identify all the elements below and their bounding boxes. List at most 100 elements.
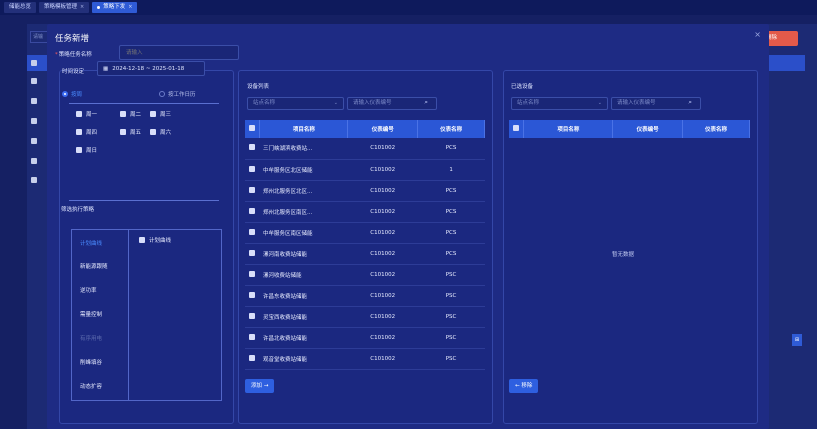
table-row[interactable]: 观音堂收费站储能 C101002 PSC <box>245 348 485 370</box>
checkbox-icon <box>249 165 256 172</box>
background-checkbox[interactable] <box>31 98 37 104</box>
checkbox-icon <box>150 111 156 117</box>
table-row[interactable]: 漯河收费站储能 C101002 PSC <box>245 264 485 286</box>
cell-meter-code: C101002 <box>347 159 418 181</box>
radio-by-week[interactable]: 按周 <box>62 90 82 98</box>
background-checkbox[interactable] <box>31 78 37 84</box>
close-icon[interactable]: × <box>80 2 84 13</box>
cell-project-name: 中牟服务区北区储能 <box>259 159 348 181</box>
table-row[interactable]: 中牟服务区北区储能 C101002 1 <box>245 159 485 181</box>
weekday-checkbox-thu[interactable]: 周四 <box>76 128 97 136</box>
row-checkbox[interactable] <box>245 222 260 244</box>
table-row[interactable]: 许昌北收费站储能 C101002 PSC <box>245 327 485 349</box>
weekday-label: 周一 <box>86 112 98 118</box>
weekday-label: 周五 <box>130 130 142 136</box>
cell-project-name: 中牟服务区南区储能 <box>259 222 348 244</box>
radio-icon <box>159 91 165 97</box>
meter-search-placeholder: 请输入仪表编号 <box>353 100 392 106</box>
strategy-item[interactable]: 动态扩容 <box>80 382 102 390</box>
table-row[interactable]: 漯河南收费站储能 C101002 PCS <box>245 243 485 265</box>
background-search-input[interactable]: 请输 <box>30 31 48 43</box>
checkbox-icon <box>249 228 256 235</box>
row-checkbox[interactable] <box>245 264 260 286</box>
task-name-label-text: 策略任务名称 <box>58 52 92 58</box>
date-range-picker[interactable]: ▦ 2024-12-18 ~ 2025-01-18 <box>97 61 205 76</box>
side-toggle-icon[interactable]: ⊞ <box>792 334 802 346</box>
select-all-checkbox[interactable] <box>509 120 525 138</box>
column-header: 项目名称 <box>259 120 349 138</box>
row-checkbox[interactable] <box>245 138 260 160</box>
background-checkbox[interactable] <box>31 158 37 164</box>
weekday-checkbox-sat[interactable]: 周六 <box>150 128 171 136</box>
weekday-checkbox-tue[interactable]: 周二 <box>120 110 141 118</box>
checkbox-icon <box>139 237 145 243</box>
add-button[interactable]: 添加 → <box>245 379 275 393</box>
background-checkbox[interactable] <box>31 177 37 183</box>
cell-meter-code: C101002 <box>347 306 418 328</box>
select-all-checkbox[interactable] <box>245 120 261 138</box>
weekday-checkbox-fri[interactable]: 周五 <box>120 128 141 136</box>
strategy-item[interactable]: 需量控制 <box>80 310 102 318</box>
radio-by-calendar-label: 按工作日历 <box>168 92 196 98</box>
row-checkbox[interactable] <box>245 285 260 307</box>
tab-label: 策略模板管理 <box>44 4 78 10</box>
row-checkbox[interactable] <box>245 327 260 349</box>
table-row[interactable]: 中牟服务区南区储能 C101002 PCS <box>245 222 485 244</box>
close-icon[interactable]: × <box>128 2 132 13</box>
cell-meter-name: PSC <box>417 327 485 349</box>
table-row[interactable]: 许昌东收费站储能 C101002 PSC <box>245 285 485 307</box>
station-select-placeholder: 站点名称 <box>253 100 276 106</box>
row-checkbox[interactable] <box>245 159 260 181</box>
cell-project-name: 灵宝西收费站储能 <box>259 306 348 328</box>
tab-strategy-dispatch[interactable]: 策略下发 × <box>92 2 138 13</box>
strategy-item[interactable]: 计划曲线 <box>80 239 102 247</box>
background-checkbox[interactable] <box>31 138 37 144</box>
close-icon[interactable]: × <box>754 30 761 39</box>
tab-label: 储能总览 <box>9 4 32 10</box>
strategy-section-title: 筛选执行策略 <box>61 207 95 213</box>
station-select[interactable]: 站点名称 ⌄ <box>247 97 344 110</box>
strategy-item[interactable]: 削峰填谷 <box>80 358 102 366</box>
tab-template-manage[interactable]: 策略模板管理 × <box>39 2 90 13</box>
table-row[interactable]: 郑州北服务区南区... C101002 PCS <box>245 201 485 223</box>
search-icon[interactable]: ⌕ <box>688 97 692 108</box>
selected-meter-search-input[interactable]: 请输入仪表编号 ⌕ <box>611 97 701 110</box>
divider <box>69 200 219 201</box>
strategy-item[interactable]: 逆功率 <box>80 286 97 294</box>
checkbox-icon <box>76 129 82 135</box>
checkbox-icon <box>249 291 256 298</box>
strategy-option-checkbox[interactable]: 计划曲线 <box>139 236 171 244</box>
cell-meter-code: C101002 <box>347 243 418 265</box>
table-row[interactable]: 郑州北服务区北区... C101002 PCS <box>245 180 485 202</box>
search-icon[interactable]: ⌕ <box>424 97 428 108</box>
table-row[interactable]: 三门峡湖滨收费站... C101002 PCS <box>245 138 485 160</box>
cell-meter-name: PCS <box>417 201 485 223</box>
checkbox-icon <box>249 333 256 340</box>
column-header: 仪表名称 <box>682 120 750 138</box>
cell-meter-name: PCS <box>417 243 485 265</box>
checkbox-icon <box>513 125 520 131</box>
weekday-checkbox-wed[interactable]: 周三 <box>150 110 171 118</box>
cell-meter-name: PCS <box>417 180 485 202</box>
table-header-row: 项目名称 仪表编号 仪表名称 <box>509 120 750 138</box>
row-checkbox[interactable] <box>245 306 260 328</box>
row-checkbox[interactable] <box>245 243 260 265</box>
task-add-modal: 任务新增 × *策略任务名称 时间设定 ▦ 2024-12-18 ~ 2025-… <box>47 24 769 429</box>
row-checkbox[interactable] <box>245 180 260 202</box>
selected-station-select[interactable]: 站点名称 ⌄ <box>511 97 608 110</box>
tab-overview[interactable]: 储能总览 <box>4 2 37 13</box>
radio-by-calendar[interactable]: 按工作日历 <box>159 90 196 98</box>
remove-button[interactable]: ← 移除 <box>509 379 539 393</box>
weekday-checkbox-sun[interactable]: 周日 <box>76 146 97 154</box>
background-checkbox[interactable] <box>31 118 37 124</box>
checkbox-icon <box>249 249 256 256</box>
task-name-input[interactable] <box>119 45 239 60</box>
strategy-item[interactable]: 新能源跟随 <box>80 262 108 270</box>
row-checkbox[interactable] <box>245 348 260 370</box>
cell-meter-name: PSC <box>417 264 485 286</box>
table-row[interactable]: 灵宝西收费站储能 C101002 PSC <box>245 306 485 328</box>
weekday-checkbox-mon[interactable]: 周一 <box>76 110 97 118</box>
background-checkbox[interactable] <box>31 60 37 66</box>
row-checkbox[interactable] <box>245 201 260 223</box>
meter-search-input[interactable]: 请输入仪表编号 ⌕ <box>347 97 437 110</box>
